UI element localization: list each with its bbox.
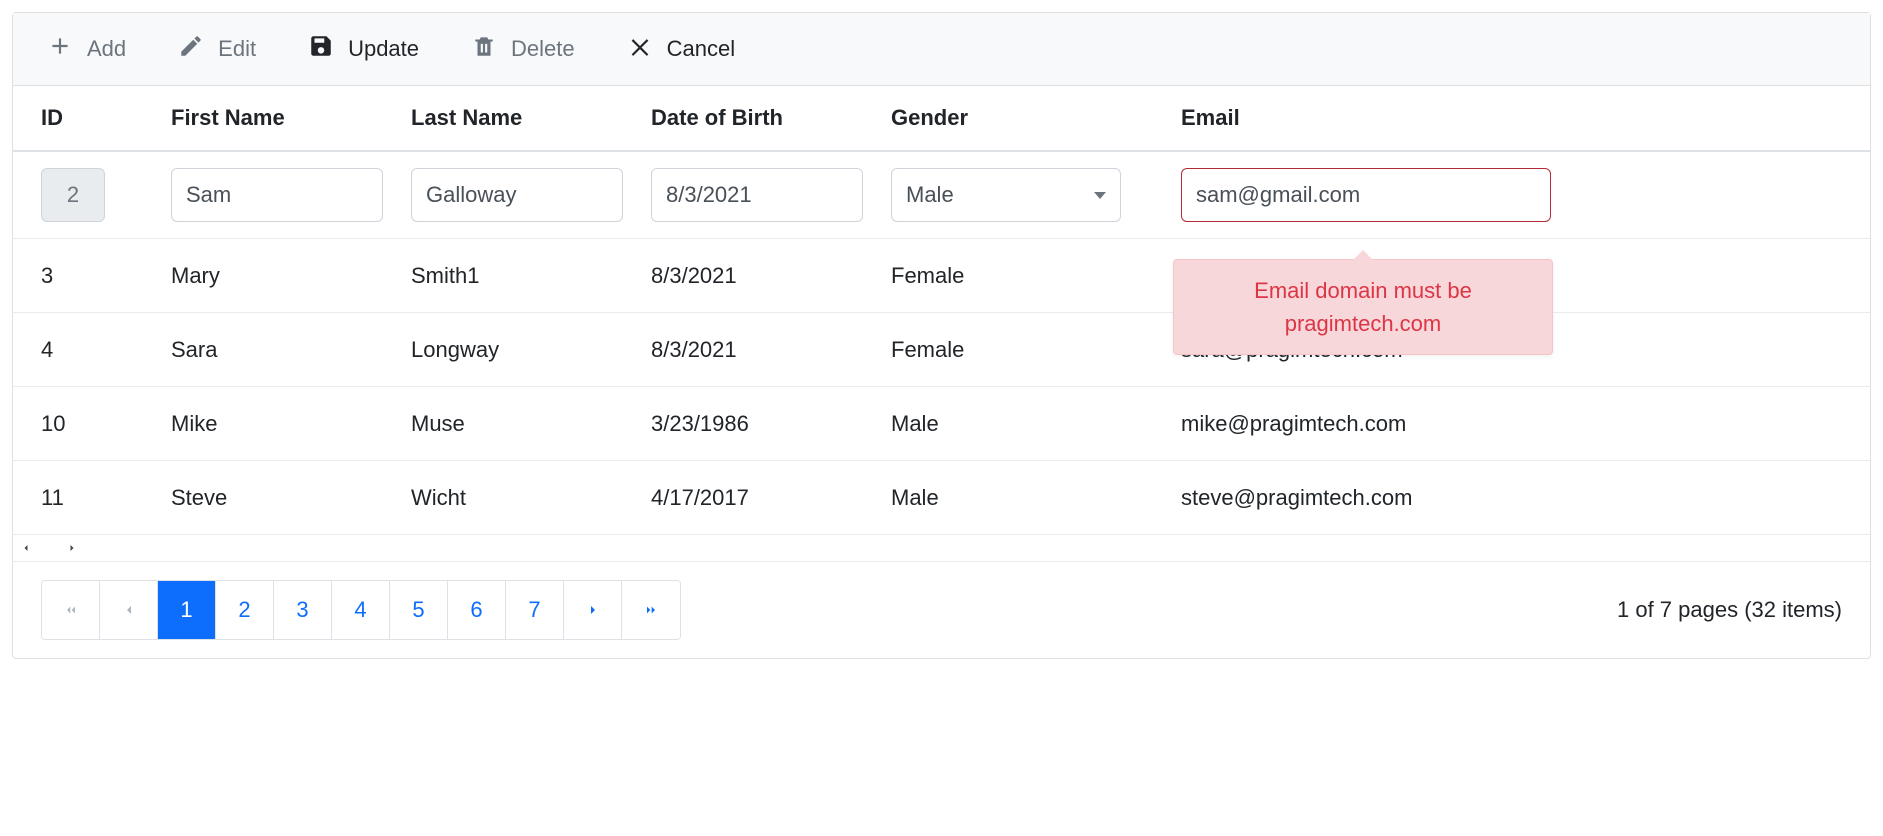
col-first-name[interactable]: First Name: [171, 99, 411, 137]
column-header-row: ID First Name Last Name Date of Birth Ge…: [13, 86, 1870, 152]
table-row[interactable]: 4 Sara Longway 8/3/2021 Female sara@prag…: [13, 313, 1870, 387]
dob-input[interactable]: [651, 168, 863, 222]
cell-dob: 3/23/1986: [651, 405, 891, 443]
col-email[interactable]: Email: [1181, 99, 1561, 137]
cell-first: Steve: [171, 479, 411, 517]
grid-toolbar: Add Edit Update Delete Cancel: [13, 13, 1870, 86]
close-icon: [627, 33, 653, 65]
gender-select[interactable]: Male: [891, 168, 1121, 222]
pager-page-3[interactable]: 3: [274, 581, 332, 639]
col-dob[interactable]: Date of Birth: [651, 99, 891, 137]
scroll-right-icon[interactable]: [63, 537, 81, 559]
gender-value: Male: [906, 182, 954, 208]
pager-page-7[interactable]: 7: [506, 581, 564, 639]
dob-text[interactable]: [652, 169, 863, 221]
cell-id: 3: [41, 257, 171, 295]
pager-page-6[interactable]: 6: [448, 581, 506, 639]
table-row[interactable]: 10 Mike Muse 3/23/1986 Male mike@pragimt…: [13, 387, 1870, 461]
cell-dob: 8/3/2021: [651, 331, 891, 369]
update-label: Update: [348, 36, 419, 62]
cell-email: mike@pragimtech.com: [1181, 405, 1561, 443]
cell-last: Smith1: [411, 257, 651, 295]
cell-gender: Male: [891, 405, 1181, 443]
horizontal-scrollbar[interactable]: [13, 535, 1870, 561]
first-name-input[interactable]: [171, 168, 383, 222]
id-field: 2: [41, 168, 105, 222]
cell-dob: 8/3/2021: [651, 257, 891, 295]
add-button[interactable]: Add: [41, 29, 132, 69]
cell-first: Sara: [171, 331, 411, 369]
cell-email: steve@pragimtech.com: [1181, 479, 1561, 517]
edit-label: Edit: [218, 36, 256, 62]
cell-id: 10: [41, 405, 171, 443]
cell-dob: 4/17/2017: [651, 479, 891, 517]
grid-footer: 1 2 3 4 5 6 7 1 of 7 pages (32 items): [13, 561, 1870, 658]
pencil-icon: [178, 33, 204, 65]
add-label: Add: [87, 36, 126, 62]
edit-row: 2 Male: [13, 152, 1870, 239]
cell-gender: Female: [891, 257, 1181, 295]
col-gender[interactable]: Gender: [891, 99, 1181, 137]
update-button[interactable]: Update: [302, 29, 425, 69]
email-input[interactable]: [1181, 168, 1551, 222]
pager-first[interactable]: [42, 581, 100, 639]
pager-info: 1 of 7 pages (32 items): [1617, 597, 1842, 623]
trash-icon: [471, 33, 497, 65]
cell-id: 4: [41, 331, 171, 369]
cell-id: 11: [41, 479, 171, 517]
pager-page-5[interactable]: 5: [390, 581, 448, 639]
validation-line1: Email domain must be: [1198, 274, 1528, 307]
chevron-down-icon: [1094, 192, 1106, 199]
delete-label: Delete: [511, 36, 575, 62]
cell-gender: Female: [891, 331, 1181, 369]
cancel-button[interactable]: Cancel: [621, 29, 741, 69]
plus-icon: [47, 33, 73, 65]
pager-prev[interactable]: [100, 581, 158, 639]
pager-page-4[interactable]: 4: [332, 581, 390, 639]
email-validation-tooltip: Email domain must be pragimtech.com: [1173, 259, 1553, 355]
cell-last: Longway: [411, 331, 651, 369]
edit-button[interactable]: Edit: [172, 29, 262, 69]
col-last-name[interactable]: Last Name: [411, 99, 651, 137]
table-row[interactable]: 11 Steve Wicht 4/17/2017 Male steve@prag…: [13, 461, 1870, 535]
pager-next[interactable]: [564, 581, 622, 639]
pager-last[interactable]: [622, 581, 680, 639]
data-grid: Add Edit Update Delete Cancel: [12, 12, 1871, 659]
save-icon: [308, 33, 334, 65]
pager: 1 2 3 4 5 6 7: [41, 580, 681, 640]
cell-last: Wicht: [411, 479, 651, 517]
pager-page-1[interactable]: 1: [158, 581, 216, 639]
table-row[interactable]: 3 Mary Smith1 8/3/2021 Female: [13, 239, 1870, 313]
pager-page-2[interactable]: 2: [216, 581, 274, 639]
cell-gender: Male: [891, 479, 1181, 517]
validation-line2: pragimtech.com: [1198, 307, 1528, 340]
last-name-input[interactable]: [411, 168, 623, 222]
delete-button[interactable]: Delete: [465, 29, 581, 69]
cell-first: Mary: [171, 257, 411, 295]
cell-last: Muse: [411, 405, 651, 443]
cell-first: Mike: [171, 405, 411, 443]
cancel-label: Cancel: [667, 36, 735, 62]
col-id[interactable]: ID: [41, 99, 171, 137]
scroll-left-icon[interactable]: [17, 537, 35, 559]
